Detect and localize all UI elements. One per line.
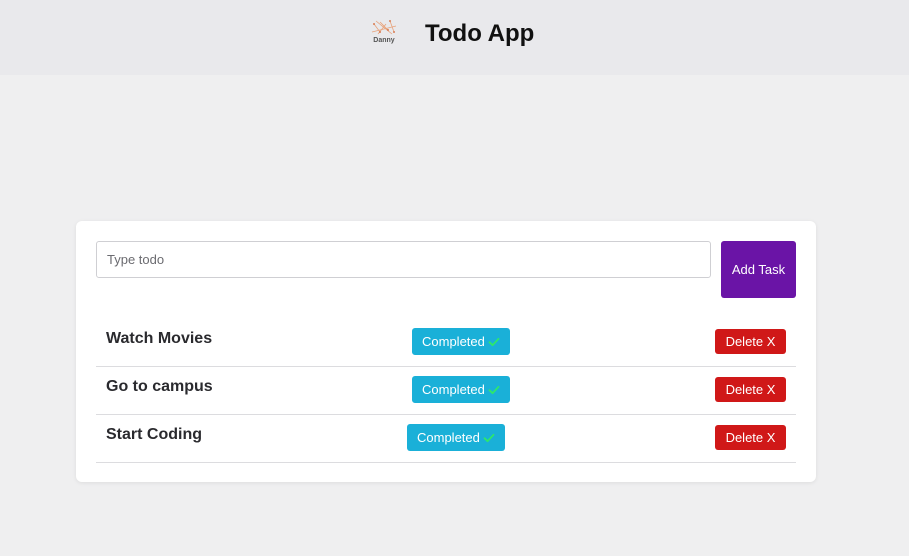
app-header: Danny Todo App [0,0,909,75]
completed-button[interactable]: Completed [407,424,505,451]
add-task-button[interactable]: Add Task [721,241,796,298]
todo-item: Watch Movies Completed Delete X [96,318,796,367]
delete-button[interactable]: Delete X [715,377,786,402]
todo-text: Start Coding [106,426,202,443]
check-icon [488,384,500,396]
completed-label: Completed [422,382,485,397]
todo-text: Watch Movies [106,330,213,347]
app-title: Todo App [425,20,535,47]
completed-button[interactable]: Completed [412,328,510,355]
logo: Danny [366,18,402,50]
logo-text: Danny [373,37,395,44]
todo-card: Add Task Watch Movies Completed Delete X… [76,221,816,482]
check-icon [483,432,495,444]
todo-item: Start Coding Completed Delete X [96,414,796,463]
completed-label: Completed [417,430,480,445]
check-icon [488,336,500,348]
todo-item: Go to campus Completed Delete X [96,366,796,415]
todo-input[interactable] [96,241,711,278]
completed-button[interactable]: Completed [412,376,510,403]
completed-label: Completed [422,334,485,349]
delete-button[interactable]: Delete X [715,425,786,450]
delete-button[interactable]: Delete X [715,329,786,354]
todo-text: Go to campus [106,378,213,395]
